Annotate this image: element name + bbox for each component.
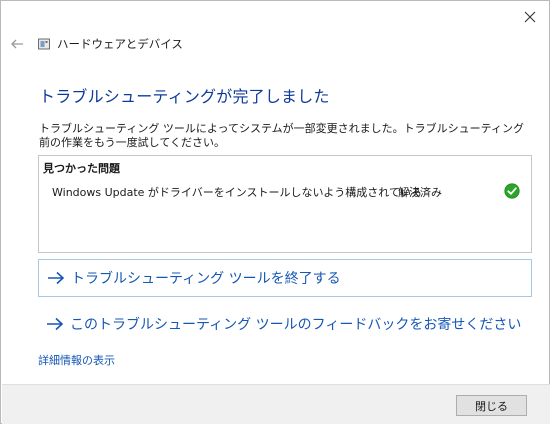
dialog-footer: 閉じる xyxy=(2,384,550,424)
hardware-devices-icon xyxy=(38,38,50,50)
exit-troubleshooter-label: トラブルシューティング ツールを終了する xyxy=(71,271,341,287)
arrow-right-icon xyxy=(47,317,64,331)
problem-row: Windows Update がドライバーをインストールしないよう構成されている… xyxy=(39,180,531,200)
nav-title: ハードウェアとデバイス xyxy=(57,37,183,51)
problems-found-panel: 見つかった問題 Windows Update がドライバーをインストールしないよ… xyxy=(38,155,532,253)
exit-troubleshooter-link[interactable]: トラブルシューティング ツールを終了する xyxy=(38,259,532,297)
problem-name: Windows Update がドライバーをインストールしないよう構成されている xyxy=(52,186,422,199)
problem-status: 解決済み xyxy=(398,186,442,199)
back-button[interactable] xyxy=(9,36,25,52)
page-title: トラブルシューティングが完了しました xyxy=(39,87,330,106)
close-icon xyxy=(524,11,536,23)
problems-found-header: 見つかった問題 xyxy=(43,162,120,175)
back-arrow-icon xyxy=(11,39,23,49)
close-button[interactable]: 閉じる xyxy=(456,395,527,416)
result-description: トラブルシューティング ツールによってシステムが一部変更されました。トラブルシュ… xyxy=(39,122,524,149)
troubleshooter-window: ハードウェアとデバイス トラブルシューティングが完了しました トラブルシューティ… xyxy=(0,0,550,424)
check-circle-icon xyxy=(504,183,520,199)
send-feedback-label: このトラブルシューティング ツールのフィードバックをお寄せください xyxy=(70,317,522,333)
view-details-link[interactable]: 詳細情報の表示 xyxy=(38,352,115,368)
send-feedback-link[interactable]: このトラブルシューティング ツールのフィードバックをお寄せください xyxy=(38,306,532,342)
navigation-bar: ハードウェアとデバイス xyxy=(9,35,183,53)
arrow-right-icon xyxy=(48,271,65,285)
window-close-button[interactable] xyxy=(519,7,541,27)
